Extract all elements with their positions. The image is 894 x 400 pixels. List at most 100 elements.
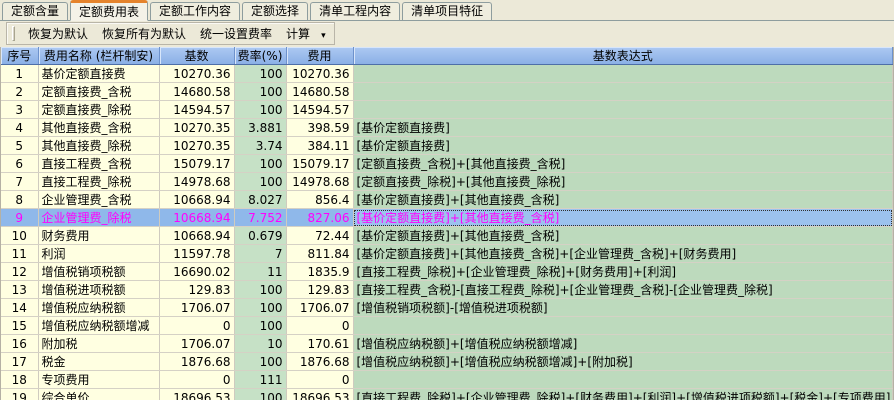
row-number-cell[interactable]: 14 — [1, 299, 38, 317]
expression-cell[interactable]: [直接工程费_除税]+[企业管理费_除税]+[财务费用]+[利润]+[增值税进项… — [353, 389, 893, 400]
table-row[interactable]: 17 税金 1876.68 100 1876.68 [增值税应纳税额]+[增值税… — [1, 353, 893, 371]
rate-cell[interactable]: 0.679 — [234, 227, 286, 245]
row-number-cell[interactable]: 12 — [1, 263, 38, 281]
row-number-cell[interactable]: 5 — [1, 137, 38, 155]
table-row[interactable]: 10 财务费用 10668.94 0.679 72.44 [基价定额直接费]+[… — [1, 227, 893, 245]
fee-cell[interactable]: 398.59 — [286, 119, 353, 137]
table-row[interactable]: 19 综合单价 18696.53 100 18696.53 [直接工程费_除税]… — [1, 389, 893, 400]
expression-cell[interactable]: [直接工程费_除税]+[企业管理费_除税]+[财务费用]+[利润] — [353, 263, 893, 281]
fee-name-cell[interactable]: 利润 — [38, 245, 159, 263]
table-row[interactable]: 16 附加税 1706.07 10 170.61 [增值税应纳税额]+[增值税应… — [1, 335, 893, 353]
expression-cell[interactable]: [基价定额直接费] — [353, 137, 893, 155]
fee-cell[interactable]: 72.44 — [286, 227, 353, 245]
row-number-cell[interactable]: 7 — [1, 173, 38, 191]
fee-cell[interactable]: 384.11 — [286, 137, 353, 155]
fee-cell[interactable]: 14594.57 — [286, 101, 353, 119]
fee-name-cell[interactable]: 其他直接费_除税 — [38, 137, 159, 155]
row-number-cell[interactable]: 3 — [1, 101, 38, 119]
row-number-cell[interactable]: 17 — [1, 353, 38, 371]
fee-cell[interactable]: 15079.17 — [286, 155, 353, 173]
table-row[interactable]: 11 利润 11597.78 7 811.84 [基价定额直接费]+[其他直接费… — [1, 245, 893, 263]
base-cell[interactable]: 1706.07 — [159, 299, 234, 317]
rate-cell[interactable]: 7.752 — [234, 209, 286, 227]
tab-定额含量[interactable]: 定额含量 — [2, 2, 68, 20]
tab-定额费用表[interactable]: 定额费用表 — [70, 0, 148, 21]
fee-cell[interactable]: 18696.53 — [286, 389, 353, 400]
expression-cell[interactable]: [基价定额直接费]+[其他直接费_含税] — [353, 209, 893, 227]
base-cell[interactable]: 1876.68 — [159, 353, 234, 371]
row-number-cell[interactable]: 9 — [1, 209, 38, 227]
rate-cell[interactable]: 100 — [234, 353, 286, 371]
rate-cell[interactable]: 100 — [234, 389, 286, 400]
table-row[interactable]: 8 企业管理费_含税 10668.94 8.027 856.4 [基价定额直接费… — [1, 191, 893, 209]
row-number-cell[interactable]: 6 — [1, 155, 38, 173]
col-header-rate[interactable]: 费率(%) — [234, 47, 286, 65]
fee-cell[interactable]: 811.84 — [286, 245, 353, 263]
col-header-no[interactable]: 序号 — [1, 47, 38, 65]
fee-name-cell[interactable]: 税金 — [38, 353, 159, 371]
row-number-cell[interactable]: 15 — [1, 317, 38, 335]
row-number-cell[interactable]: 1 — [1, 65, 38, 83]
fee-cell[interactable]: 1835.9 — [286, 263, 353, 281]
expression-cell[interactable]: [增值税销项税额]-[增值税进项税额] — [353, 299, 893, 317]
row-number-cell[interactable]: 8 — [1, 191, 38, 209]
base-cell[interactable]: 1706.07 — [159, 335, 234, 353]
row-number-cell[interactable]: 2 — [1, 83, 38, 101]
rate-cell[interactable]: 111 — [234, 371, 286, 389]
rate-cell[interactable]: 100 — [234, 155, 286, 173]
table-row[interactable]: 3 定额直接费_除税 14594.57 100 14594.57 — [1, 101, 893, 119]
row-number-cell[interactable]: 13 — [1, 281, 38, 299]
toolbar-button-恢复所有为默认[interactable]: 恢复所有为默认 — [95, 22, 193, 45]
expression-cell[interactable]: [基价定额直接费]+[其他直接费_含税] — [353, 191, 893, 209]
fee-name-cell[interactable]: 定额直接费_含税 — [38, 83, 159, 101]
table-row[interactable]: 18 专项费用 0 111 0 — [1, 371, 893, 389]
row-number-cell[interactable]: 4 — [1, 119, 38, 137]
fee-name-cell[interactable]: 其他直接费_含税 — [38, 119, 159, 137]
toolbar-grip-handle[interactable] — [12, 26, 15, 41]
fee-name-cell[interactable]: 直接工程费_除税 — [38, 173, 159, 191]
base-cell[interactable]: 10668.94 — [159, 191, 234, 209]
base-cell[interactable]: 14680.58 — [159, 83, 234, 101]
base-cell[interactable]: 10668.94 — [159, 209, 234, 227]
rate-cell[interactable]: 100 — [234, 299, 286, 317]
base-cell[interactable]: 0 — [159, 371, 234, 389]
fee-cell[interactable]: 856.4 — [286, 191, 353, 209]
fee-name-cell[interactable]: 增值税应纳税额 — [38, 299, 159, 317]
expression-cell[interactable]: [定额直接费_除税]+[其他直接费_除税] — [353, 173, 893, 191]
table-row[interactable]: 5 其他直接费_除税 10270.35 3.74 384.11 [基价定额直接费… — [1, 137, 893, 155]
fee-cell[interactable]: 14680.58 — [286, 83, 353, 101]
fee-name-cell[interactable]: 增值税进项税额 — [38, 281, 159, 299]
table-row[interactable]: 15 增值税应纳税额增减 0 100 0 — [1, 317, 893, 335]
rate-cell[interactable]: 100 — [234, 317, 286, 335]
col-header-fee[interactable]: 费用 — [286, 47, 353, 65]
fee-name-cell[interactable]: 增值税应纳税额增减 — [38, 317, 159, 335]
table-row[interactable]: 14 增值税应纳税额 1706.07 100 1706.07 [增值税销项税额]… — [1, 299, 893, 317]
expression-cell[interactable] — [353, 317, 893, 335]
table-row[interactable]: 4 其他直接费_含税 10270.35 3.881 398.59 [基价定额直接… — [1, 119, 893, 137]
toolbar-button-计算[interactable]: 计算 — [279, 22, 317, 45]
base-cell[interactable]: 18696.53 — [159, 389, 234, 400]
expression-cell[interactable] — [353, 101, 893, 119]
fee-name-cell[interactable]: 企业管理费_含税 — [38, 191, 159, 209]
fee-cell[interactable]: 827.06 — [286, 209, 353, 227]
rate-cell[interactable]: 8.027 — [234, 191, 286, 209]
row-number-cell[interactable]: 11 — [1, 245, 38, 263]
col-header-name[interactable]: 费用名称 (栏杆制安) — [38, 47, 159, 65]
toolbar-button-统一设置费率[interactable]: 统一设置费率 — [193, 22, 279, 45]
base-cell[interactable]: 14594.57 — [159, 101, 234, 119]
fee-cell[interactable]: 129.83 — [286, 281, 353, 299]
base-cell[interactable]: 10270.35 — [159, 119, 234, 137]
rate-cell[interactable]: 3.881 — [234, 119, 286, 137]
expression-cell[interactable]: [增值税应纳税额]+[增值税应纳税额增减]+[附加税] — [353, 353, 893, 371]
rate-cell[interactable]: 10 — [234, 335, 286, 353]
table-row[interactable]: 9 企业管理费_除税 10668.94 7.752 827.06 [基价定额直接… — [1, 209, 893, 227]
base-cell[interactable]: 10270.35 — [159, 137, 234, 155]
tab-清单工程内容[interactable]: 清单工程内容 — [310, 2, 400, 20]
rate-cell[interactable]: 7 — [234, 245, 286, 263]
expression-cell[interactable]: [基价定额直接费] — [353, 119, 893, 137]
table-row[interactable]: 7 直接工程费_除税 14978.68 100 14978.68 [定额直接费_… — [1, 173, 893, 191]
rate-cell[interactable]: 100 — [234, 101, 286, 119]
base-cell[interactable]: 16690.02 — [159, 263, 234, 281]
rate-cell[interactable]: 3.74 — [234, 137, 286, 155]
expression-cell[interactable]: [增值税应纳税额]+[增值税应纳税额增减] — [353, 335, 893, 353]
